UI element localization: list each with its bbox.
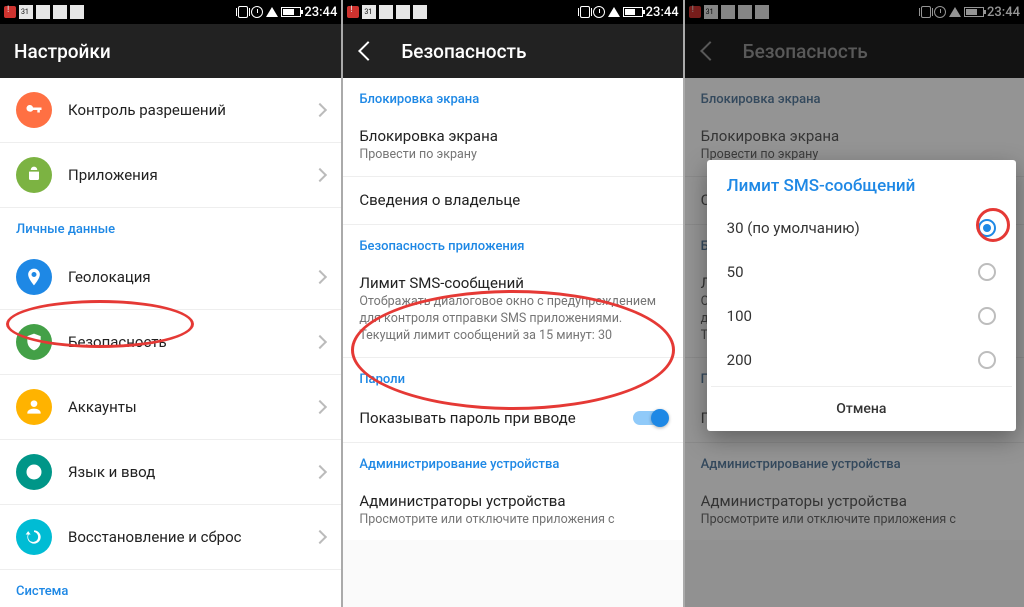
section-admin: Администрирование устройства — [343, 443, 682, 480]
vibrate-icon — [580, 6, 590, 18]
row-subtitle: Провести по экрану — [359, 147, 666, 164]
battery-icon — [281, 7, 301, 17]
shield-icon — [16, 324, 52, 360]
battery-icon — [623, 7, 643, 17]
section-lock: Блокировка экрана — [343, 78, 682, 115]
dialog-title: Лимит SMS-сообщений — [711, 176, 1012, 206]
row-accounts[interactable]: Аккаунты — [0, 375, 341, 440]
sms-limit-dialog: Лимит SMS-сообщений 30 (по умолчанию) 50… — [707, 160, 1016, 431]
store-icon — [70, 5, 84, 19]
row-label: Приложения — [68, 166, 315, 184]
option-100[interactable]: 100 — [711, 294, 1012, 338]
app-bar: Безопасность — [343, 24, 682, 78]
toggle-show-password[interactable] — [633, 411, 667, 425]
calendar-icon — [19, 5, 33, 19]
language-icon: T — [16, 454, 52, 490]
row-lang[interactable]: T Язык и ввод — [0, 440, 341, 505]
alarm-icon — [251, 6, 263, 18]
row-subtitle: Отображать диалоговое окно с предупрежде… — [359, 294, 666, 345]
row-owner[interactable]: Сведения о владельце — [343, 177, 682, 225]
chevron-right-icon — [313, 103, 327, 117]
row-label: Геолокация — [68, 268, 315, 286]
chevron-right-icon — [313, 465, 327, 479]
screen-security-dialog: 23:44 Безопасность Блокировка экрана Бло… — [683, 0, 1024, 607]
chevron-right-icon — [313, 530, 327, 544]
row-title: Блокировка экрана — [359, 127, 666, 145]
chevron-right-icon — [313, 335, 327, 349]
wifi-icon — [608, 7, 620, 17]
page-title: Настройки — [14, 40, 111, 63]
option-label: 30 (по умолчанию) — [727, 219, 860, 237]
gallery-icon — [36, 5, 50, 19]
option-200[interactable]: 200 — [711, 338, 1012, 382]
page-title: Безопасность — [401, 40, 526, 63]
option-label: 100 — [727, 307, 752, 325]
gallery-icon — [379, 5, 393, 19]
row-label: Контроль разрешений — [68, 101, 315, 119]
cancel-button[interactable]: Отмена — [711, 386, 1012, 431]
row-location[interactable]: Геолокация — [0, 245, 341, 310]
row-device-admins[interactable]: Администраторы устройства Просмотрите ил… — [343, 480, 682, 541]
option-50[interactable]: 50 — [711, 250, 1012, 294]
row-label: Аккаунты — [68, 398, 315, 416]
android-icon — [16, 157, 52, 193]
row-label: Показывать пароль при вводе — [359, 409, 624, 427]
mail-icon — [396, 5, 410, 19]
key-icon — [16, 92, 52, 128]
alarm-icon — [593, 6, 605, 18]
row-backup[interactable]: Восстановление и сброс — [0, 505, 341, 570]
row-screenlock[interactable]: Блокировка экрана Провести по экрану — [343, 115, 682, 177]
row-subtitle: Просмотрите или отключите приложения с — [359, 512, 666, 529]
row-apps[interactable]: Приложения — [0, 143, 341, 208]
back-button[interactable] — [357, 41, 377, 61]
row-label: Сведения о владельце — [359, 191, 666, 209]
row-title: Лимит SMS-сообщений — [359, 274, 666, 292]
row-label: Язык и ввод — [68, 463, 315, 481]
clock: 23:44 — [304, 5, 337, 20]
status-bar: 23:44 — [343, 0, 682, 24]
row-security[interactable]: Безопасность — [0, 310, 341, 375]
location-icon — [16, 259, 52, 295]
store-icon — [413, 5, 427, 19]
notif-icon — [347, 6, 359, 18]
restore-icon — [16, 519, 52, 555]
chevron-right-icon — [313, 270, 327, 284]
wifi-icon — [266, 7, 278, 17]
chevron-right-icon — [313, 400, 327, 414]
row-permissions[interactable]: Контроль разрешений — [0, 78, 341, 143]
radio-icon — [978, 307, 996, 325]
notif-icon — [4, 6, 16, 18]
radio-icon — [978, 351, 996, 369]
app-bar: Настройки — [0, 24, 341, 78]
row-label: Безопасность — [68, 333, 315, 351]
row-show-password[interactable]: Показывать пароль при вводе — [343, 395, 682, 443]
row-label: Восстановление и сброс — [68, 528, 315, 546]
section-appsec: Безопасность приложения — [343, 225, 682, 262]
section-passwords: Пароли — [343, 358, 682, 395]
screen-security: 23:44 Безопасность Блокировка экрана Бло… — [341, 0, 682, 607]
user-icon — [16, 389, 52, 425]
row-sms-limit[interactable]: Лимит SMS-сообщений Отображать диалогово… — [343, 262, 682, 358]
radio-icon — [978, 219, 996, 237]
section-system: Система — [0, 570, 341, 607]
option-label: 50 — [727, 263, 744, 281]
screen-settings: 23:44 Настройки Контроль разрешений Прил… — [0, 0, 341, 607]
vibrate-icon — [238, 6, 248, 18]
radio-icon — [978, 263, 996, 281]
status-bar: 23:44 — [0, 0, 341, 24]
section-personal: Личные данные — [0, 208, 341, 245]
calendar-icon — [362, 5, 376, 19]
option-label: 200 — [727, 351, 752, 369]
mail-icon — [53, 5, 67, 19]
row-title: Администраторы устройства — [359, 492, 666, 510]
clock: 23:44 — [646, 5, 679, 20]
svg-text:T: T — [31, 468, 37, 478]
option-30[interactable]: 30 (по умолчанию) — [711, 206, 1012, 250]
chevron-right-icon — [313, 168, 327, 182]
